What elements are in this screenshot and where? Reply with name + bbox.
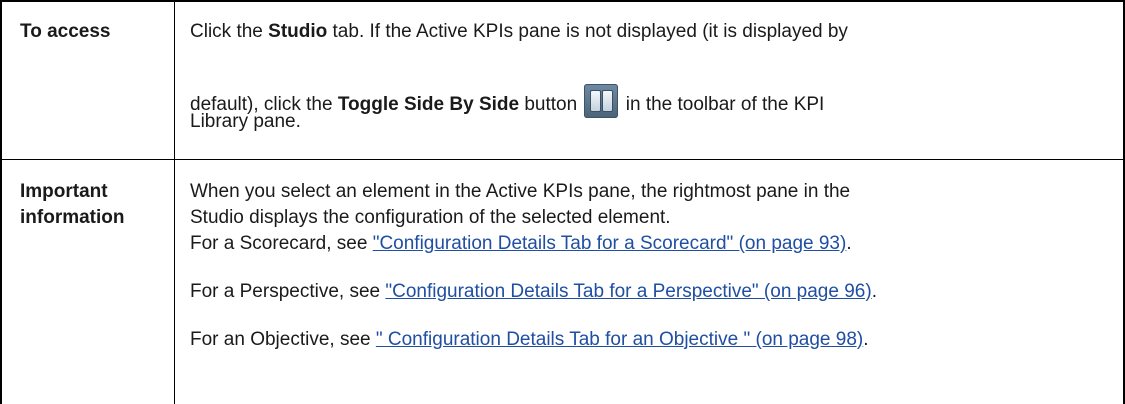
- toggle-side-by-side-icon: [584, 84, 619, 118]
- to-access-line-3: Library pane.: [190, 111, 301, 132]
- objective-reference: For an Objective, see " Configuration De…: [190, 329, 869, 350]
- table-row-divider: [0, 159, 1125, 160]
- toggle-side-by-side-name: Toggle Side By Side: [337, 94, 520, 115]
- objective-config-link[interactable]: " Configuration Details Tab for an Objec…: [376, 329, 863, 350]
- perspective-config-link[interactable]: "Configuration Details Tab for a Perspec…: [385, 281, 871, 302]
- table-column-divider: [174, 0, 175, 404]
- studio-tab-name: Studio: [268, 21, 328, 42]
- important-info-line-1: When you select an element in the Active…: [190, 181, 851, 202]
- to-access-line-1: Click the Studio tab. If the Active KPIs…: [190, 21, 848, 42]
- important-info-line-2: Studio displays the configuration of the…: [190, 207, 671, 228]
- perspective-reference: For a Perspective, see "Configuration De…: [190, 281, 877, 302]
- row-label-important-info: Important information: [20, 181, 125, 228]
- scorecard-config-link[interactable]: "Configuration Details Tab for a Scoreca…: [373, 233, 847, 254]
- info-table: To access Click the Studio tab. If the A…: [0, 0, 1125, 404]
- row-label-to-access: To access: [20, 21, 111, 42]
- table-border-top: [0, 0, 1125, 2]
- scorecard-reference: For a Scorecard, see "Configuration Deta…: [190, 233, 852, 254]
- table-border-left: [0, 0, 2, 404]
- to-access-line-2: default), click the Toggle Side By Side …: [190, 84, 1115, 118]
